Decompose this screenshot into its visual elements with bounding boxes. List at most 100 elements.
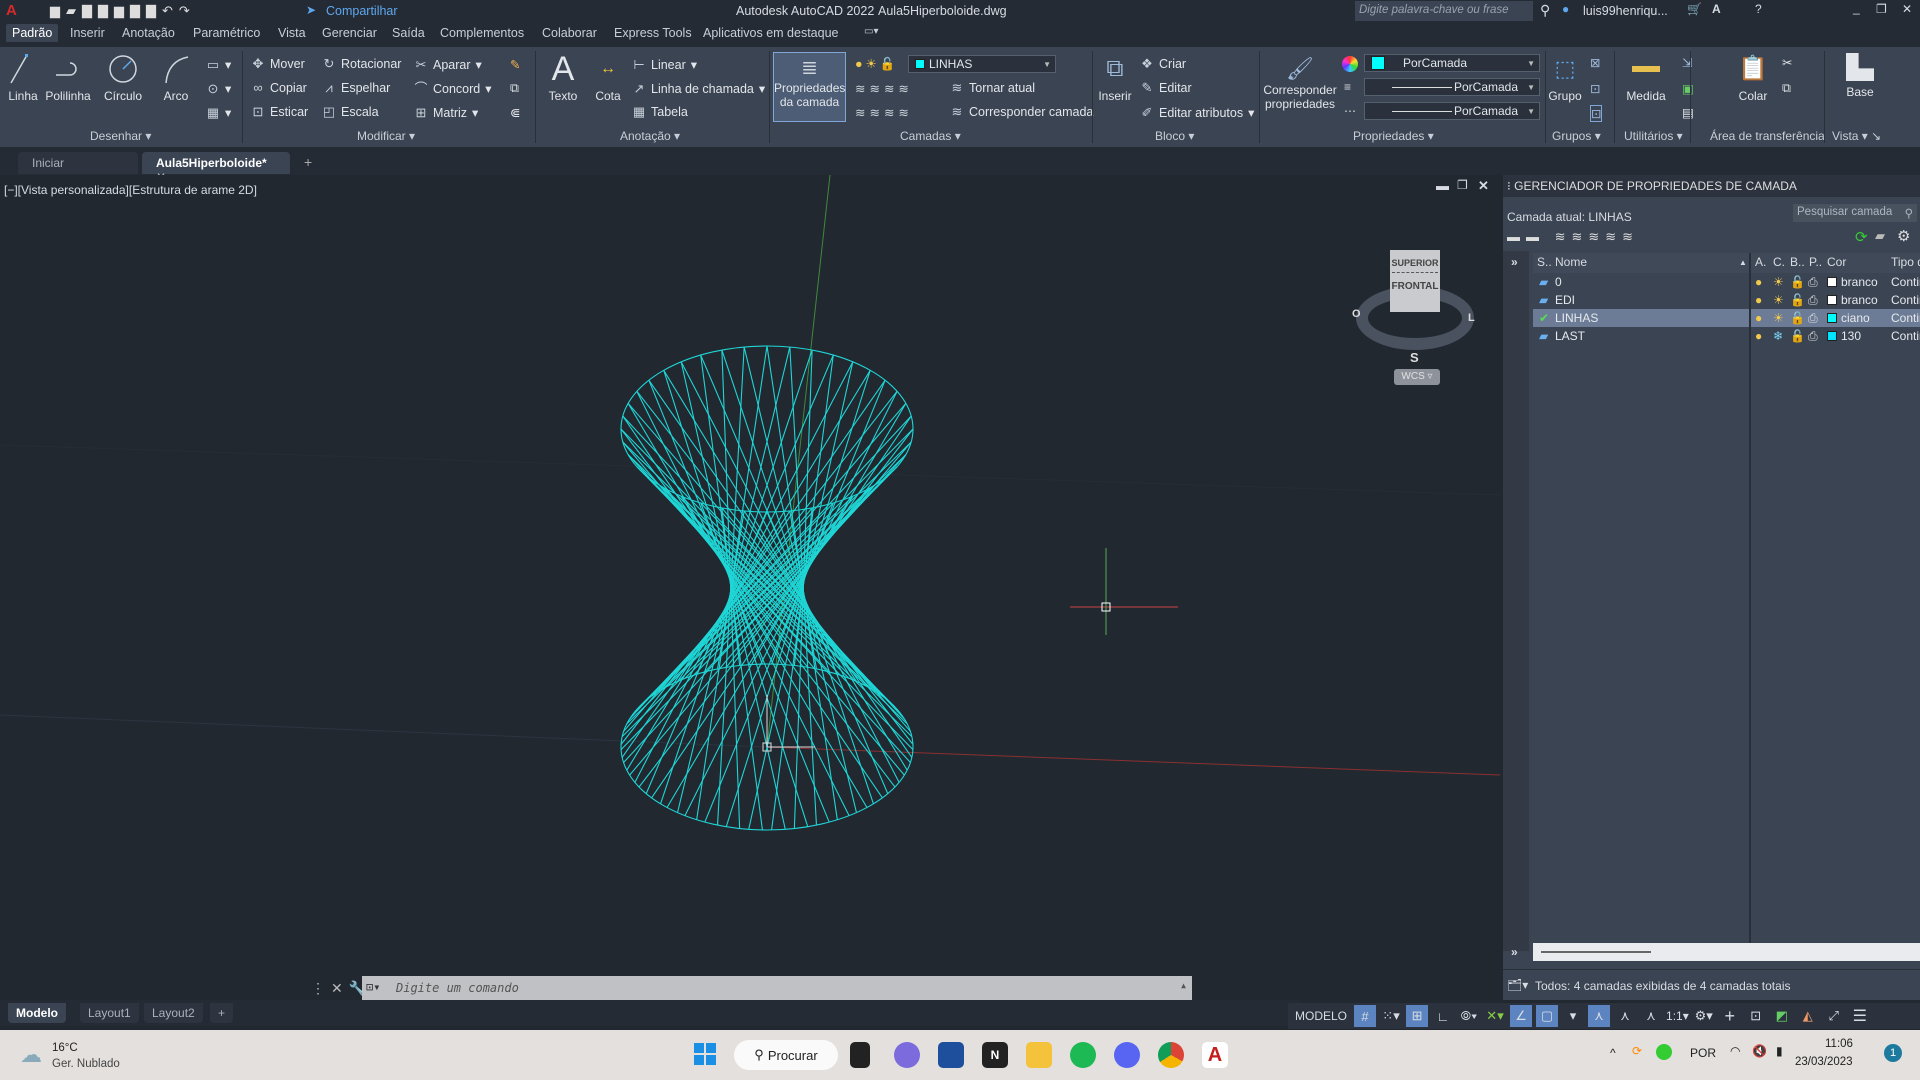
discord-icon[interactable] <box>1114 1042 1140 1068</box>
calculator-icon[interactable]: ▤ <box>1682 105 1694 120</box>
group-button[interactable]: ⬚ Grupo <box>1548 53 1582 103</box>
annotation-monitor-icon[interactable]: + <box>1719 1005 1741 1027</box>
layer-name[interactable]: EDI <box>1555 293 1575 307</box>
col-color[interactable]: Cor <box>1827 255 1846 269</box>
text-button[interactable]: A Texto <box>546 52 580 103</box>
quick-properties-icon[interactable]: ◩ <box>1771 1005 1793 1027</box>
autodesk-app-icon[interactable]: A <box>1712 2 1721 16</box>
notion-icon[interactable]: N <box>982 1042 1008 1068</box>
weather-desc[interactable]: Ger. Nublado <box>52 1058 120 1070</box>
tab-saida[interactable]: Saída <box>392 26 425 40</box>
taskbar-search[interactable]: ⚲ Procurar <box>734 1040 838 1070</box>
sun-icon[interactable]: ☀ <box>1773 293 1784 307</box>
dynamic-input-icon[interactable]: ⊞ <box>1406 1005 1429 1027</box>
customize-menu-icon[interactable]: ☰ <box>1849 1005 1871 1027</box>
col-freeze[interactable]: C. <box>1773 255 1785 269</box>
linear-button[interactable]: ⊢ Linear ▾ <box>632 57 697 72</box>
viewport-minimize-icon[interactable]: ▬ <box>1436 178 1449 193</box>
panel-modificar-label[interactable]: Modificar ▾ <box>357 129 415 143</box>
sun-icon[interactable]: ☀ <box>1773 311 1784 325</box>
command-input[interactable]: ⊡▾ Digite um comando ▲ <box>362 976 1192 1000</box>
base-view-button[interactable]: Base <box>1842 53 1878 99</box>
spotify-icon[interactable] <box>1070 1042 1096 1068</box>
expand-filters-icon[interactable]: » <box>1511 255 1518 269</box>
annotation-visibility-icon[interactable]: ⋏ <box>1588 1005 1611 1027</box>
expand-icon[interactable]: » <box>1511 945 1518 959</box>
viewcube-top[interactable]: SUPERIOR <box>1390 250 1440 268</box>
tab-inserir[interactable]: Inserir <box>70 26 105 40</box>
object-snap-icon[interactable]: ▢ <box>1536 1005 1559 1027</box>
minimize-icon[interactable]: _ <box>1853 1 1860 15</box>
weather-icon[interactable]: ☁ <box>20 1042 42 1068</box>
panel-bloco-label[interactable]: Bloco ▾ <box>1155 129 1194 143</box>
viewcube[interactable]: SUPERIOR FRONTAL O L S <box>1352 250 1478 380</box>
search-icon[interactable]: ⚲ <box>1540 2 1550 19</box>
create-block-button[interactable]: ❖ Criar <box>1140 57 1186 72</box>
compass-west[interactable]: O <box>1352 308 1361 320</box>
graphics-performance-icon[interactable]: ◭ <box>1797 1005 1819 1027</box>
tab-modelo[interactable]: Modelo <box>8 1003 66 1023</box>
wifi-icon[interactable]: ◠ <box>1730 1044 1740 1058</box>
group-select-icon[interactable]: ⊡ <box>1590 105 1603 122</box>
gear-icon[interactable]: ⚙ <box>1897 227 1910 245</box>
linetype-dropdown[interactable]: PorCamada ▼ <box>1364 102 1540 120</box>
edit-block-button[interactable]: ✎ Editar <box>1140 81 1192 96</box>
clock-time[interactable]: 11:06 <box>1825 1038 1853 1050</box>
bulb-icon[interactable]: ● <box>1755 293 1762 307</box>
layer-linetype[interactable]: Contir <box>1891 311 1920 325</box>
group-edit-icon[interactable]: ⊡ <box>1590 81 1600 96</box>
weather-temp[interactable]: 16°C <box>52 1042 78 1054</box>
layer-color[interactable]: ciano <box>1827 311 1870 325</box>
tab-anotacao[interactable]: Anotação <box>122 26 175 40</box>
layer-row[interactable]: ▰ 0 ● ☀ 🔓 ⎙ branco Contir <box>1533 273 1920 291</box>
move-button[interactable]: ✥ Mover <box>251 57 305 72</box>
viewport-restore-icon[interactable]: ❐ <box>1457 178 1468 192</box>
task-view-icon[interactable] <box>850 1042 870 1068</box>
tab-colaborar[interactable]: Colaborar <box>542 26 597 40</box>
col-status[interactable]: S.. <box>1537 255 1552 269</box>
snap-icon[interactable]: ⁙▾ <box>1380 1005 1402 1027</box>
volume-muted-icon[interactable]: 🔇 <box>1752 1044 1767 1058</box>
layer-row[interactable]: ▰ EDI ● ☀ 🔓 ⎙ branco Contir <box>1533 291 1920 309</box>
user-account[interactable]: luis99henriqu... <box>1583 4 1668 18</box>
help-search-input[interactable]: Digite palavra-chave ou frase <box>1355 1 1533 21</box>
bulb-icon[interactable]: ● <box>1755 311 1762 325</box>
viewport-controls-label[interactable]: [−][Vista personalizada][Estrutura de ar… <box>4 183 257 197</box>
share-button[interactable]: Compartilhar <box>326 4 398 18</box>
fillet-button[interactable]: ⌒ Concord ▾ <box>414 81 491 96</box>
scale-dropdown[interactable]: 1:1 ▾ <box>1666 1005 1689 1027</box>
layer-name[interactable]: 0 <box>1555 275 1562 289</box>
tab-file[interactable]: Aula5Hiperboloide* ✕ <box>142 152 290 184</box>
viewcube-front[interactable]: FRONTAL <box>1390 277 1440 292</box>
sun-icon[interactable]: ☀ <box>1773 275 1784 289</box>
cart-icon[interactable]: 🛒 <box>1687 2 1702 16</box>
panel-grupos-label[interactable]: Grupos ▾ <box>1552 129 1601 143</box>
layer-properties-button[interactable]: ≣ Propriedades da camada <box>773 52 846 122</box>
unlock-icon[interactable]: 🔓 <box>1790 329 1805 343</box>
tab-iniciar[interactable]: Iniciar <box>18 152 138 174</box>
ribbon-display-toggle[interactable]: ▭▾ <box>864 26 878 37</box>
sync-icon[interactable]: ⟳ <box>1632 1044 1642 1058</box>
close-icon[interactable]: ✕ <box>1902 2 1912 16</box>
dimension-button[interactable]: ↔ Cota <box>590 53 626 103</box>
drawing-viewport[interactable]: [−][Vista personalizada][Estrutura de ar… <box>0 175 1500 1000</box>
razer-icon[interactable] <box>1656 1044 1672 1060</box>
command-history-icon[interactable]: ▲ <box>1181 981 1186 990</box>
add-layout-icon[interactable]: + <box>210 1003 234 1023</box>
isodraft-icon[interactable]: ✕▾ <box>1484 1005 1506 1027</box>
panel-propriedades-label[interactable]: Propriedades ▾ <box>1353 129 1434 143</box>
chrome-icon[interactable] <box>1158 1042 1184 1068</box>
grid-icon[interactable]: # <box>1354 1005 1377 1027</box>
layer-linetype[interactable]: Contir <box>1891 293 1920 307</box>
tab-aplicativos[interactable]: Aplicativos em destaque <box>703 26 839 40</box>
polar-icon[interactable]: ⦾▾ <box>1458 1005 1480 1027</box>
fullscreen-icon[interactable]: ⤢ <box>1823 1005 1845 1027</box>
printer-icon[interactable]: ⎙ <box>1808 275 1818 290</box>
clock-date[interactable]: 23/03/2023 <box>1795 1056 1853 1068</box>
teams-icon[interactable] <box>894 1042 920 1068</box>
paste-button[interactable]: 📋 Colar <box>1735 53 1771 103</box>
erase-icon[interactable]: ✎ <box>510 57 520 72</box>
restore-icon[interactable]: ❐ <box>1876 2 1887 16</box>
units-icon[interactable]: ⊡ <box>1745 1005 1767 1027</box>
tab-vista[interactable]: Vista <box>278 26 306 40</box>
